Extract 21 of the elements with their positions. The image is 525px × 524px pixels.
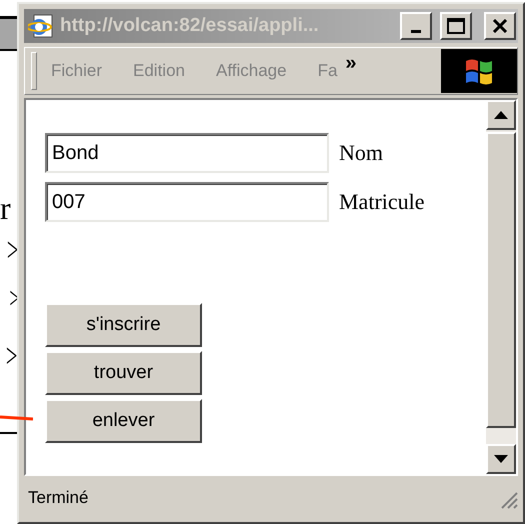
page-text: > xyxy=(6,232,18,270)
window-title: http://volcan:82/essai/appli... xyxy=(60,15,320,37)
text-field[interactable]: 007 xyxy=(45,182,329,222)
scrollbar[interactable] xyxy=(486,100,516,474)
field-label: Matricule xyxy=(339,189,425,215)
browser-icon xyxy=(28,13,54,39)
scroll-up-icon[interactable] xyxy=(486,100,516,130)
minimize-icon xyxy=(411,30,421,32)
page-text: r xyxy=(0,190,11,227)
form-button[interactable]: enlever xyxy=(45,399,202,443)
form-button[interactable]: trouver xyxy=(45,351,202,395)
status-text: Terminé xyxy=(28,488,90,508)
maximize-icon xyxy=(447,18,465,34)
page-text: > xyxy=(6,338,18,376)
close-icon xyxy=(492,19,508,33)
windows-logo-icon xyxy=(441,49,517,93)
text-field[interactable]: Bond xyxy=(45,133,329,173)
form-button[interactable]: s'inscrire xyxy=(45,303,202,347)
scroll-down-icon[interactable] xyxy=(486,444,516,474)
field-label: Nom xyxy=(339,140,383,166)
menu-overflow-button[interactable]: » xyxy=(345,52,357,75)
